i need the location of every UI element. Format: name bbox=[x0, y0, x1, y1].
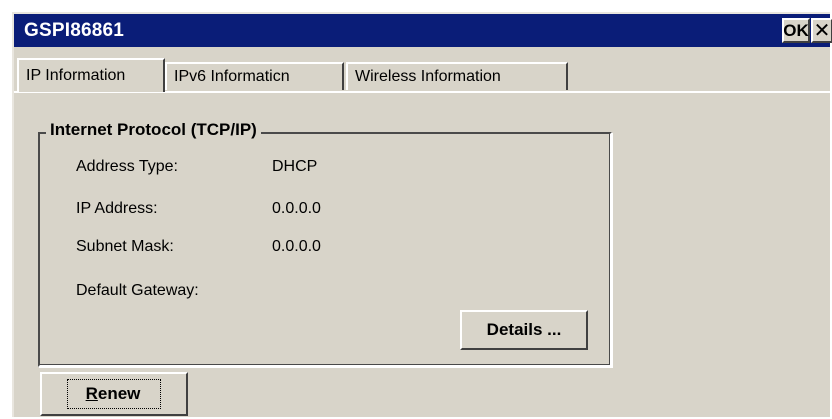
tab-wireless-information[interactable]: Wireless Information bbox=[346, 62, 568, 90]
details-button[interactable]: Details ... bbox=[460, 310, 588, 350]
ip-address-label: IP Address: bbox=[76, 200, 158, 217]
address-type-value: DHCP bbox=[272, 158, 318, 175]
group-legend: Internet Protocol (TCP/IP) bbox=[46, 120, 261, 140]
renew-label-rest: enew bbox=[97, 384, 141, 403]
tab-strip: IP Information IPv6 Informaticn Wireless… bbox=[14, 48, 830, 92]
renew-button[interactable]: Renew bbox=[40, 372, 188, 416]
ok-button[interactable]: OK bbox=[782, 18, 810, 43]
subnet-mask-label: Subnet Mask: bbox=[76, 238, 174, 255]
address-type-label: Address Type: bbox=[76, 158, 178, 175]
network-info-window: GSPI86861 OK ✕ IP Information IPv6 Infor… bbox=[12, 12, 832, 417]
renew-accelerator: R bbox=[85, 384, 98, 403]
subnet-mask-value: 0.0.0.0 bbox=[272, 238, 321, 255]
close-icon[interactable]: ✕ bbox=[811, 18, 832, 43]
ip-address-value: 0.0.0.0 bbox=[272, 200, 321, 217]
tab-ip-information[interactable]: IP Information bbox=[17, 58, 165, 92]
window-title: GSPI86861 bbox=[24, 20, 125, 41]
tab-ipv6-information[interactable]: IPv6 Informaticn bbox=[165, 62, 344, 90]
default-gateway-label: Default Gateway: bbox=[76, 282, 199, 299]
title-bar: GSPI86861 OK ✕ bbox=[14, 14, 832, 47]
renew-focus-rect: Renew bbox=[66, 379, 162, 409]
